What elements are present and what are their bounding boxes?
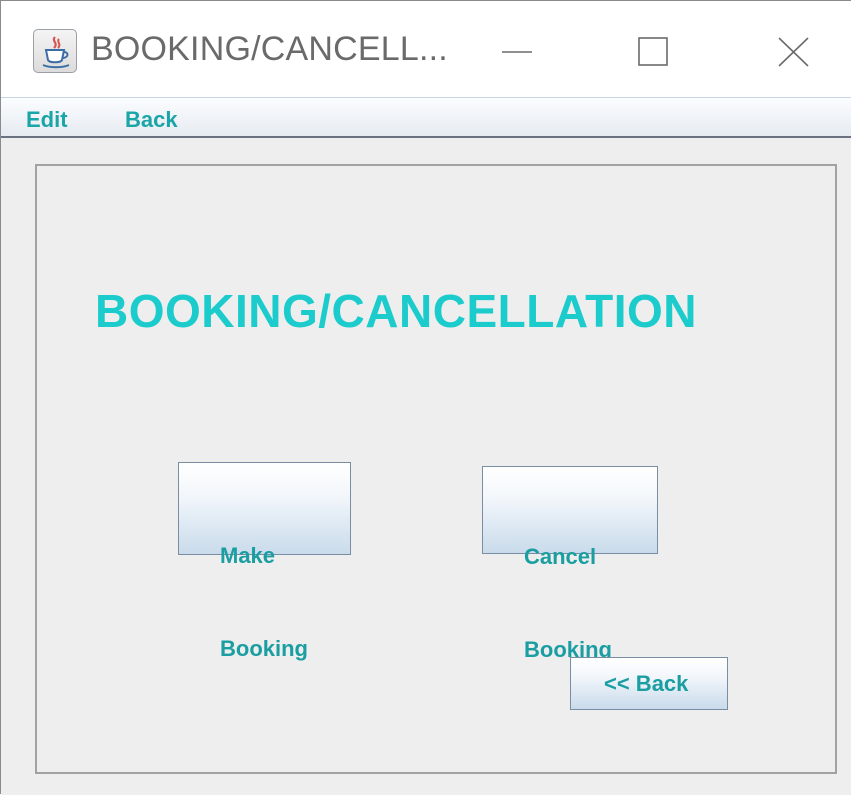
close-icon xyxy=(778,37,809,67)
make-booking-button[interactable]: Make Booking xyxy=(178,462,351,661)
title-bar[interactable]: BOOKING/CANCELL... xyxy=(1,1,851,97)
back-button[interactable]: << Back xyxy=(570,657,728,710)
make-booking-label-line1: Make xyxy=(220,543,276,568)
back-button-label: << Back xyxy=(604,671,689,696)
menu-bar: Edit Back xyxy=(1,97,851,138)
menu-edit[interactable]: Edit xyxy=(26,107,68,133)
content-area: BOOKING/CANCELLATION Make Booking Cancel… xyxy=(1,138,851,795)
java-cup-icon xyxy=(33,29,77,73)
maximize-icon xyxy=(638,37,668,66)
cancel-booking-button[interactable]: Cancel Booking xyxy=(482,466,658,662)
close-button[interactable] xyxy=(764,27,824,77)
main-panel: BOOKING/CANCELLATION Make Booking Cancel… xyxy=(35,164,837,774)
minimize-button[interactable] xyxy=(487,27,547,77)
maximize-button[interactable] xyxy=(623,27,683,77)
window-title: BOOKING/CANCELL... xyxy=(91,30,448,68)
minimize-icon xyxy=(502,51,532,53)
app-window: BOOKING/CANCELL... Edit Back BOOKING/CAN… xyxy=(0,0,851,795)
page-title: BOOKING/CANCELLATION xyxy=(95,285,698,337)
cancel-booking-label-line1: Cancel xyxy=(524,544,597,569)
make-booking-label-line2: Booking xyxy=(220,636,308,661)
menu-back[interactable]: Back xyxy=(125,107,178,133)
